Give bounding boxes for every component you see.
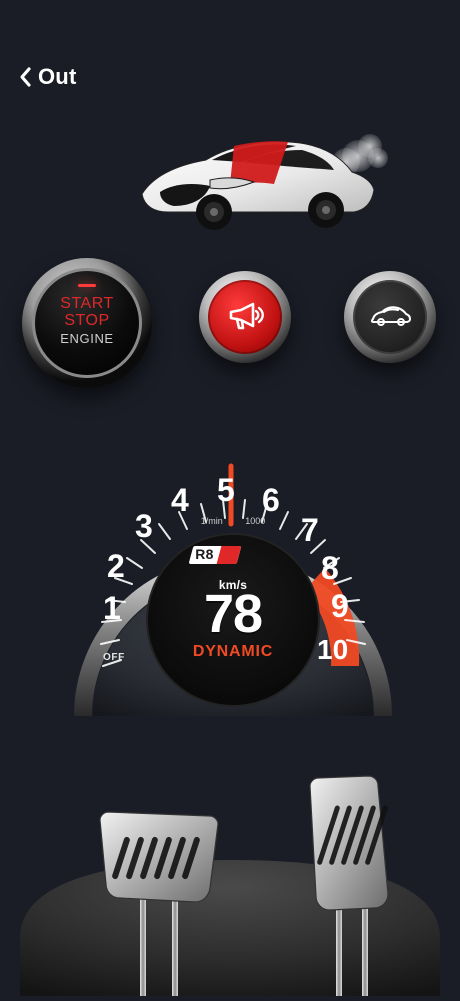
gauge-number-8: 8 (321, 550, 339, 586)
gauge-number-5: 5 (217, 472, 235, 508)
start-stop-button[interactable]: START STOP ENGINE (22, 258, 152, 388)
rpm-label: 1/min 1000 (63, 516, 403, 526)
back-button[interactable]: Out (18, 64, 76, 90)
rpm-unit: 1/min (200, 516, 223, 526)
gauge-number-6: 6 (262, 482, 280, 518)
gauge-number-2: 2 (107, 548, 125, 584)
horn-button[interactable] (199, 271, 291, 363)
megaphone-icon (225, 298, 265, 337)
start-stop-led (78, 284, 96, 287)
back-label: Out (38, 64, 77, 89)
off-label: OFF (103, 652, 125, 663)
gauge-number-3: 3 (135, 508, 153, 544)
gauge-number-10: 10 (317, 634, 349, 665)
car-illustration (120, 120, 390, 230)
gauge-number-4: 4 (171, 482, 189, 518)
car-mode-button[interactable] (344, 271, 436, 363)
wheel-front (196, 194, 232, 230)
rpm-multiplier: 1000 (245, 516, 266, 526)
horn-button-face (208, 280, 282, 354)
car-outline-icon (368, 302, 412, 333)
r8-badge: R8 (188, 546, 242, 564)
gauge-number-1: 1 (103, 590, 121, 626)
car-mode-button-face (353, 280, 427, 354)
chevron-left-icon (18, 66, 32, 88)
pedals-area (0, 768, 460, 996)
r8-badge-text: R8 (195, 546, 214, 562)
speedometer-gauge: 1 2 3 4 5 6 7 8 9 10 1/min 1000 OFF R8 k… (63, 438, 403, 717)
wheel-rear (308, 192, 344, 228)
gauge-number-9: 9 (331, 588, 349, 624)
